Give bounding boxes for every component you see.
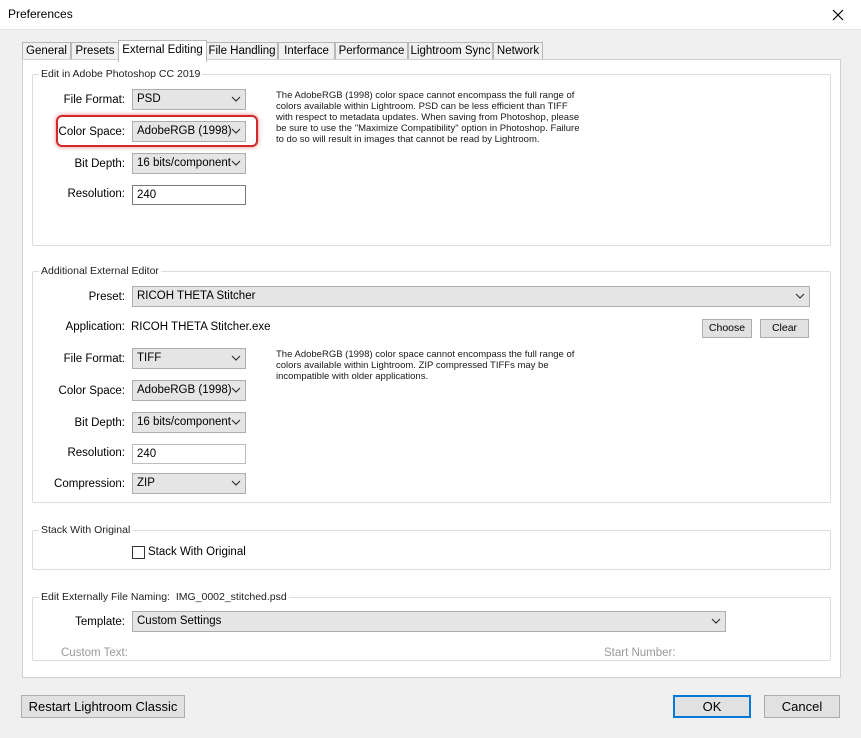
- ae-bit-depth-select[interactable]: 16 bits/component: [132, 412, 246, 433]
- tab-external-editing[interactable]: External Editing: [118, 40, 207, 62]
- ps-resolution-input[interactable]: 240: [132, 185, 246, 205]
- ae-preset-select[interactable]: RICOH THETA Stitcher: [132, 286, 810, 307]
- chevron-down-icon: [231, 160, 241, 166]
- ae-compression-label: Compression:: [54, 478, 125, 490]
- ae-file-format-value: TIFF: [137, 352, 162, 364]
- ps-bit-depth-value: 16 bits/component: [137, 157, 231, 169]
- stack-group-label: Stack With Original: [39, 524, 133, 536]
- photoshop-group-label: Edit in Adobe Photoshop CC 2019: [39, 68, 203, 80]
- custom-text-label: Custom Text:: [61, 647, 128, 659]
- cancel-button[interactable]: Cancel: [764, 695, 840, 718]
- clear-button[interactable]: Clear: [760, 319, 809, 338]
- ae-file-format-select[interactable]: TIFF: [132, 348, 246, 369]
- file-naming-title: Edit Externally File Naming:: [41, 591, 170, 603]
- ps-file-format-value: PSD: [137, 93, 161, 105]
- template-select[interactable]: Custom Settings: [132, 611, 726, 632]
- ps-resolution-label: Resolution:: [67, 188, 125, 200]
- ps-color-space-select[interactable]: AdobeRGB (1998): [132, 121, 246, 142]
- ae-application-value: RICOH THETA Stitcher.exe: [131, 321, 271, 333]
- ae-color-space-label: Color Space:: [58, 385, 125, 397]
- tab-page: Edit in Adobe Photoshop CC 2019 File For…: [22, 59, 841, 678]
- chevron-down-icon: [231, 355, 241, 361]
- chevron-down-icon: [795, 293, 805, 299]
- ae-resolution-label: Resolution:: [67, 447, 125, 459]
- restart-lightroom-button[interactable]: Restart Lightroom Classic: [21, 695, 185, 718]
- start-number-label: Start Number:: [604, 647, 676, 659]
- chevron-down-icon: [231, 96, 241, 102]
- title-bar: Preferences: [0, 0, 861, 30]
- ps-color-space-value: AdobeRGB (1998): [137, 125, 232, 137]
- chevron-down-icon: [231, 128, 241, 134]
- ps-description: The AdobeRGB (1998) color space cannot e…: [276, 90, 580, 145]
- ps-bit-depth-label: Bit Depth:: [74, 158, 126, 170]
- ae-bit-depth-label: Bit Depth:: [74, 417, 126, 429]
- stack-with-original-label[interactable]: Stack With Original: [148, 546, 246, 558]
- ok-button[interactable]: OK: [673, 695, 751, 718]
- ae-file-format-label: File Format:: [63, 353, 125, 365]
- choose-button[interactable]: Choose: [702, 319, 752, 338]
- ae-description: The AdobeRGB (1998) color space cannot e…: [276, 349, 575, 382]
- ae-preset-label: Preset:: [88, 291, 125, 303]
- ae-bit-depth-value: 16 bits/component: [137, 416, 231, 428]
- file-naming-example: IMG_0002_stitched.psd: [175, 591, 287, 603]
- chevron-down-icon: [711, 618, 721, 624]
- ae-preset-value: RICOH THETA Stitcher: [137, 290, 256, 302]
- ps-file-format-label: File Format:: [63, 94, 125, 106]
- ae-compression-value: ZIP: [137, 477, 155, 489]
- chevron-down-icon: [231, 387, 241, 393]
- ae-compression-select[interactable]: ZIP: [132, 473, 246, 494]
- template-label: Template:: [75, 616, 125, 628]
- window-title: Preferences: [8, 7, 73, 21]
- ps-bit-depth-select[interactable]: 16 bits/component: [132, 153, 246, 174]
- chevron-down-icon: [231, 419, 241, 425]
- ae-color-space-value: AdobeRGB (1998): [137, 384, 232, 396]
- ae-resolution-input[interactable]: 240: [132, 444, 246, 464]
- file-naming-group-label: Edit Externally File Naming: IMG_0002_st…: [39, 591, 289, 603]
- ae-color-space-select[interactable]: AdobeRGB (1998): [132, 380, 246, 401]
- ps-file-format-select[interactable]: PSD: [132, 89, 246, 110]
- ps-color-space-label: Color Space:: [58, 126, 125, 138]
- close-icon: [832, 9, 844, 21]
- ae-application-label: Application:: [65, 321, 125, 333]
- additional-group-label: Additional External Editor: [39, 265, 161, 277]
- stack-with-original-checkbox[interactable]: [132, 546, 145, 559]
- template-value: Custom Settings: [137, 615, 222, 627]
- chevron-down-icon: [231, 480, 241, 486]
- close-button[interactable]: [815, 0, 861, 30]
